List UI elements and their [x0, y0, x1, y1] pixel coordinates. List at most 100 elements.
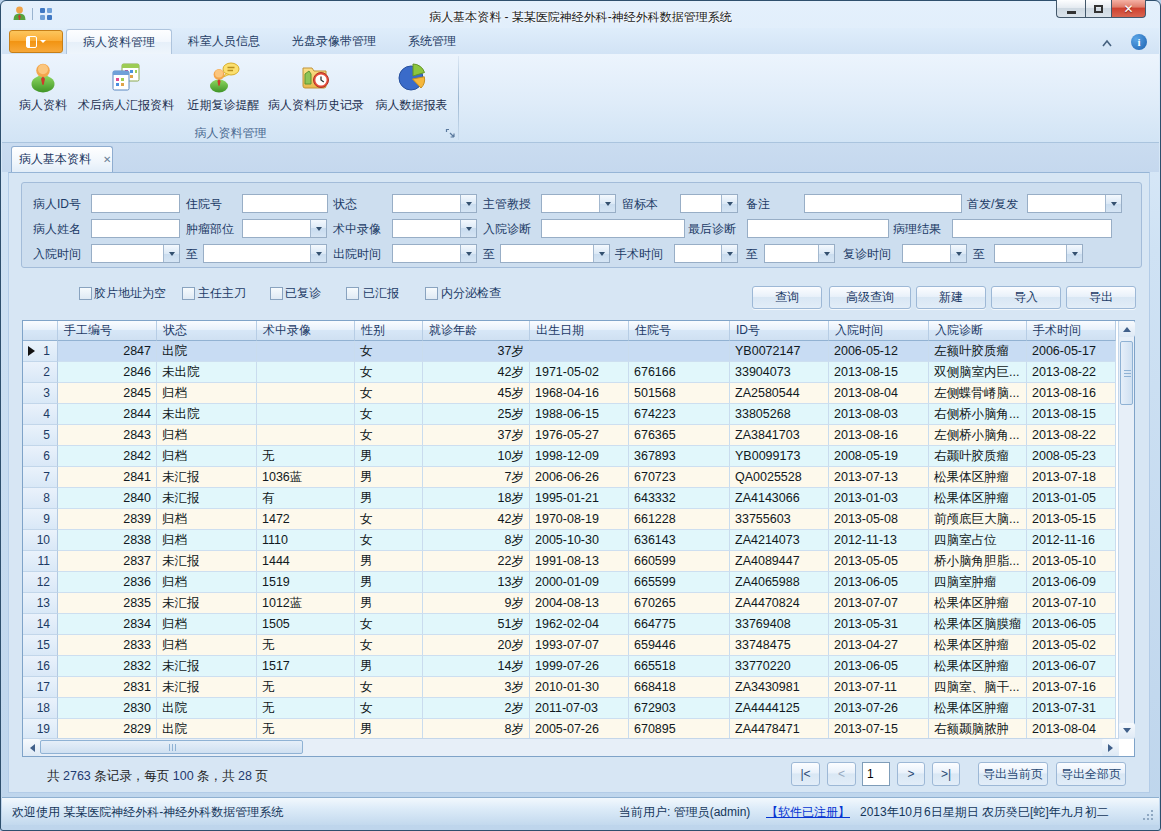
followup-date-from-select[interactable] — [902, 244, 967, 263]
grid-cell[interactable]: 51岁 — [423, 614, 530, 635]
grid-cell[interactable]: ZA4089447 — [730, 551, 829, 572]
grid-cell[interactable]: ZA4478471 — [730, 719, 829, 740]
grid-cell[interactable]: 男 — [355, 593, 423, 614]
grid-cell[interactable]: 33769408 — [730, 614, 829, 635]
grid-cell[interactable]: 右侧桥小脑角... — [929, 404, 1027, 425]
grid-cell[interactable]: 2846 — [58, 362, 157, 383]
info-icon[interactable]: i — [1131, 34, 1147, 50]
row-selector-cell[interactable]: 8 — [23, 488, 58, 509]
grid-cell[interactable]: 2013-07-26 — [829, 698, 929, 719]
grid-cell[interactable]: 1968-04-16 — [530, 383, 629, 404]
grid-cell[interactable]: 643332 — [629, 488, 730, 509]
grid-cell[interactable]: 2013-05-05 — [829, 551, 929, 572]
grid-cell[interactable]: 2013-01-05 — [1027, 488, 1116, 509]
grid-cell[interactable] — [257, 425, 355, 446]
grid-cell[interactable]: 男 — [355, 488, 423, 509]
grid-cell[interactable] — [257, 362, 355, 383]
grid-cell[interactable]: 2013-01-03 — [829, 488, 929, 509]
chief-surgeon-checkbox[interactable] — [182, 287, 195, 300]
grid-row-9[interactable]: 92839归档1472女42岁1970-08-19661228337556032… — [23, 509, 1116, 530]
grid-cell[interactable]: 2岁 — [423, 698, 530, 719]
grid-cell[interactable]: 归档 — [157, 509, 257, 530]
collapse-ribbon-icon[interactable] — [1101, 39, 1113, 47]
row-selector-cell[interactable]: 19 — [23, 719, 58, 740]
final-diagnosis-field[interactable] — [747, 219, 889, 238]
grid-cell[interactable]: 2013-08-15 — [829, 362, 929, 383]
column-header[interactable]: 入院时间 — [829, 321, 929, 341]
grid-cell[interactable]: 18岁 — [423, 488, 530, 509]
tab-close-icon[interactable]: ✕ — [103, 154, 111, 165]
close-button[interactable]: ✕ — [1112, 0, 1146, 18]
grid-cell[interactable]: 归档 — [157, 383, 257, 404]
grid-cell[interactable]: 1012蓝 — [257, 593, 355, 614]
registration-status-link[interactable]: 【软件已注册】 — [766, 804, 850, 821]
grid-cell[interactable]: 左侧蝶骨嵴脑... — [929, 383, 1027, 404]
discharge-date-from-select[interactable] — [392, 244, 477, 263]
grid-cell[interactable]: 2013-08-15 — [1027, 404, 1116, 425]
grid-cell[interactable]: 1519 — [257, 572, 355, 593]
grid-cell[interactable]: 左侧桥小脑角... — [929, 425, 1027, 446]
horizontal-scrollbar[interactable] — [23, 738, 1119, 756]
grid-cell[interactable]: 2006-06-26 — [530, 467, 629, 488]
grid-cell[interactable]: 右颞叶胶质瘤 — [929, 446, 1027, 467]
grid-cell[interactable]: 2013-08-16 — [1027, 383, 1116, 404]
row-selector-cell[interactable]: 6 — [23, 446, 58, 467]
grid-cell[interactable]: ZA4065988 — [730, 572, 829, 593]
grid-cell[interactable]: ZA4214073 — [730, 530, 829, 551]
grid-cell[interactable]: 四脑室肿瘤 — [929, 572, 1027, 593]
row-selector-cell[interactable]: 11 — [23, 551, 58, 572]
grid-cell[interactable]: 四脑室、脑干... — [929, 677, 1027, 698]
grid-cell[interactable]: 未汇报 — [157, 467, 257, 488]
grid-cell[interactable]: 未出院 — [157, 362, 257, 383]
status-select[interactable] — [392, 194, 477, 213]
combo-dropdown-button[interactable] — [460, 195, 476, 212]
dialog-launcher-icon[interactable] — [445, 128, 456, 139]
grid-cell[interactable]: 1991-08-13 — [530, 551, 629, 572]
grid-cell[interactable]: 女 — [355, 677, 423, 698]
grid-cell[interactable]: 男 — [355, 719, 423, 740]
grid-cell[interactable]: 女 — [355, 530, 423, 551]
vertical-scrollbar[interactable] — [1118, 321, 1134, 739]
column-header[interactable]: 手工编号 — [58, 321, 157, 341]
grid-cell[interactable]: 归档 — [157, 635, 257, 656]
grid-cell[interactable]: ZA3430981 — [730, 677, 829, 698]
grid-cell[interactable]: 2833 — [58, 635, 157, 656]
grid-cell[interactable]: 2847 — [58, 341, 157, 362]
combo-dropdown-button[interactable] — [1105, 195, 1121, 212]
grid-cell[interactable]: 1036蓝 — [257, 467, 355, 488]
combo-dropdown-button[interactable] — [163, 245, 179, 262]
ribbon-tab-3[interactable]: 光盘录像带管理 — [276, 29, 392, 54]
grid-cell[interactable]: 501568 — [629, 383, 730, 404]
grid-cell[interactable]: 2006-05-17 — [1027, 341, 1116, 362]
grid-cell[interactable]: 归档 — [157, 530, 257, 551]
column-header[interactable]: 就诊年龄 — [423, 321, 530, 341]
grid-cell[interactable]: 659446 — [629, 635, 730, 656]
grid-cell[interactable]: 33748475 — [730, 635, 829, 656]
grid-cell[interactable]: 2013-07-31 — [1027, 698, 1116, 719]
row-selector-header[interactable] — [23, 321, 58, 341]
combo-dropdown-button[interactable] — [1066, 245, 1082, 262]
patient-id-field[interactable] — [91, 194, 180, 213]
grid-cell[interactable]: 674223 — [629, 404, 730, 425]
scroll-up-button[interactable] — [1119, 321, 1135, 337]
import-button[interactable]: 导入 — [991, 286, 1061, 309]
grid-cell[interactable]: 归档 — [157, 614, 257, 635]
vertical-scroll-thumb[interactable] — [1120, 341, 1133, 405]
tumor-site-select[interactable] — [242, 219, 327, 238]
specimen-select[interactable] — [680, 194, 738, 213]
combo-dropdown-button[interactable] — [950, 245, 966, 262]
admission-date-from-select[interactable] — [91, 244, 180, 263]
combo-dropdown-button[interactable] — [721, 195, 737, 212]
grid-cell[interactable]: 男 — [355, 572, 423, 593]
onset-recurrence-select[interactable] — [1027, 194, 1122, 213]
grid-cell[interactable]: 2843 — [58, 425, 157, 446]
grid-cell[interactable]: 25岁 — [423, 404, 530, 425]
reported-checkbox[interactable] — [346, 287, 359, 300]
grid-cell[interactable]: 1995-01-21 — [530, 488, 629, 509]
grid-row-13[interactable]: 132835未汇报1012蓝男9岁2004-08-13670265ZA44708… — [23, 593, 1116, 614]
grid-cell[interactable]: 2013-06-07 — [1027, 656, 1116, 677]
column-header[interactable]: 性别 — [355, 321, 423, 341]
grid-cell[interactable]: 1505 — [257, 614, 355, 635]
grid-cell[interactable]: 672903 — [629, 698, 730, 719]
grid-cell[interactable]: 2840 — [58, 488, 157, 509]
